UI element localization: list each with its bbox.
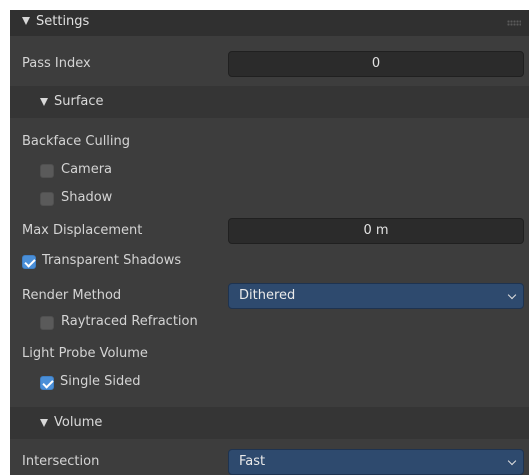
render-method-value: Dithered [239, 288, 296, 303]
volume-title: Volume [54, 415, 103, 430]
chevron-down-icon [507, 456, 517, 466]
expand-triangle-icon[interactable] [40, 98, 48, 106]
camera-checkbox[interactable] [40, 164, 54, 178]
drag-grip-icon[interactable] [507, 20, 521, 26]
expand-triangle-icon[interactable] [22, 17, 30, 25]
light-probe-volume-label: Light Probe Volume [22, 346, 148, 361]
pass-index-field[interactable]: 0 [228, 51, 524, 77]
transparent-shadows-label[interactable]: Transparent Shadows [42, 253, 181, 268]
render-method-dropdown[interactable]: Dithered [228, 283, 524, 309]
surface-subheader[interactable]: Surface [10, 86, 529, 118]
pass-index-label: Pass Index [22, 56, 91, 71]
raytraced-refraction-checkbox[interactable] [40, 316, 54, 330]
intersection-value: Fast [239, 454, 266, 469]
raytraced-refraction-label[interactable]: Raytraced Refraction [61, 314, 198, 329]
settings-header[interactable]: Settings [10, 10, 529, 36]
single-sided-label[interactable]: Single Sided [60, 374, 140, 389]
transparent-shadows-checkbox[interactable] [22, 255, 36, 269]
settings-title: Settings [36, 14, 90, 29]
chevron-down-icon [507, 290, 517, 300]
max-displacement-field[interactable]: 0 m [228, 218, 524, 244]
intersection-dropdown[interactable]: Fast [228, 449, 524, 475]
intersection-label: Intersection [22, 454, 100, 469]
max-displacement-label: Max Displacement [22, 223, 143, 238]
surface-title: Surface [54, 94, 104, 109]
shadow-checkbox[interactable] [40, 192, 54, 206]
settings-panel: Settings Pass Index 0 Surface Backface C… [10, 10, 529, 475]
render-method-label: Render Method [22, 288, 122, 303]
expand-triangle-icon[interactable] [40, 419, 48, 427]
shadow-label[interactable]: Shadow [61, 190, 112, 205]
single-sided-checkbox[interactable] [40, 376, 54, 390]
volume-subheader[interactable]: Volume [10, 407, 529, 439]
backface-culling-label: Backface Culling [22, 134, 131, 149]
camera-label[interactable]: Camera [61, 162, 112, 177]
